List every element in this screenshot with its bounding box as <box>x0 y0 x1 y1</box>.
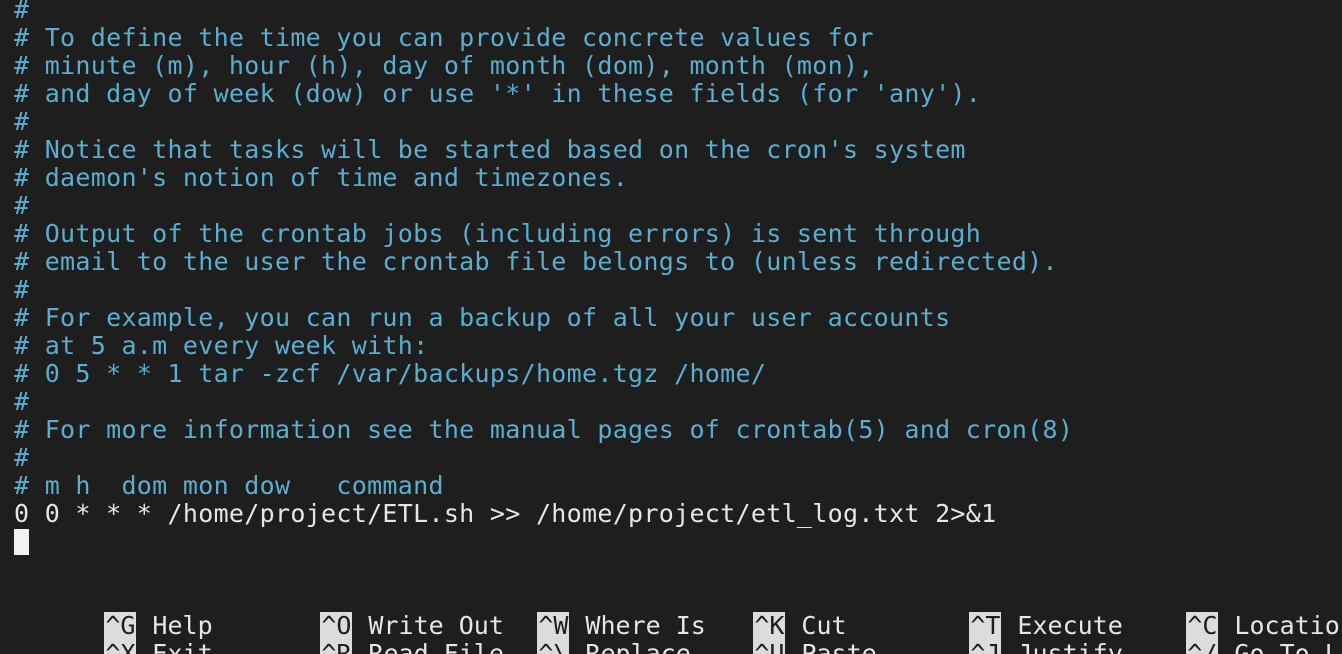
comment-line: # <box>14 191 30 220</box>
comment-line: # at 5 a.m every week with: <box>14 331 429 360</box>
shortcut-key: ^/ <box>1186 640 1219 654</box>
shortcut-key: ^R <box>320 640 353 654</box>
shortcut-label: Exit <box>152 639 213 654</box>
shortcut-key: ^X <box>104 640 137 654</box>
shortcut-key: ^\ <box>537 640 570 654</box>
comment-line: # For more information see the manual pa… <box>14 415 1074 444</box>
comment-line: # <box>14 443 30 472</box>
shortcut-key: ^J <box>969 640 1002 654</box>
shortcut-justify[interactable]: ^J Justify <box>879 612 1123 654</box>
comment-line: # daemon's notion of time and timezones. <box>14 163 629 192</box>
comment-line: # <box>14 0 30 24</box>
comment-line: # <box>14 387 30 416</box>
comment-line: # minute (m), hour (h), day of month (do… <box>14 51 874 80</box>
text-cursor <box>14 529 29 555</box>
comment-line: # To define the time you can provide con… <box>14 23 874 52</box>
comment-line: # and day of week (dow) or use '*' in th… <box>14 79 982 108</box>
shortcut-location[interactable]: ^CLocation <box>1096 584 1342 640</box>
shortcut-execute[interactable]: ^T Execute <box>879 584 1123 640</box>
comment-line: # <box>14 275 30 304</box>
cron-job-line[interactable]: 0 0 * * * /home/project/ETL.sh >> /home/… <box>14 500 996 528</box>
nano-editor: # # To define the time you can provide c… <box>0 0 1342 654</box>
shortcut-label: Paste <box>801 639 877 654</box>
comment-line: # email to the user the crontab file bel… <box>14 247 1058 276</box>
comment-line: # m h dom mon dow command <box>14 471 444 500</box>
shortcut-cut[interactable]: ^K Cut <box>663 584 847 640</box>
shortcut-help[interactable]: ^G Help <box>14 584 213 640</box>
shortcut-exit[interactable]: ^X Exit <box>14 612 213 654</box>
shortcut-replace[interactable]: ^\ Replace <box>447 612 691 654</box>
shortcut-go-to-line[interactable]: ^/ Go To Line <box>1096 612 1342 654</box>
comment-line: # <box>14 107 30 136</box>
comment-line: # Output of the crontab jobs (including … <box>14 219 982 248</box>
shortcut-key: ^U <box>753 640 786 654</box>
comment-line: # For example, you can run a backup of a… <box>14 303 951 332</box>
comment-line: # 0 5 * * 1 tar -zcf /var/backups/home.t… <box>14 359 767 388</box>
shortcut-paste[interactable]: ^U Paste <box>663 612 877 654</box>
shortcut-label: Go To Line <box>1234 639 1342 654</box>
comment-line: # Notice that tasks will be started base… <box>14 135 966 164</box>
